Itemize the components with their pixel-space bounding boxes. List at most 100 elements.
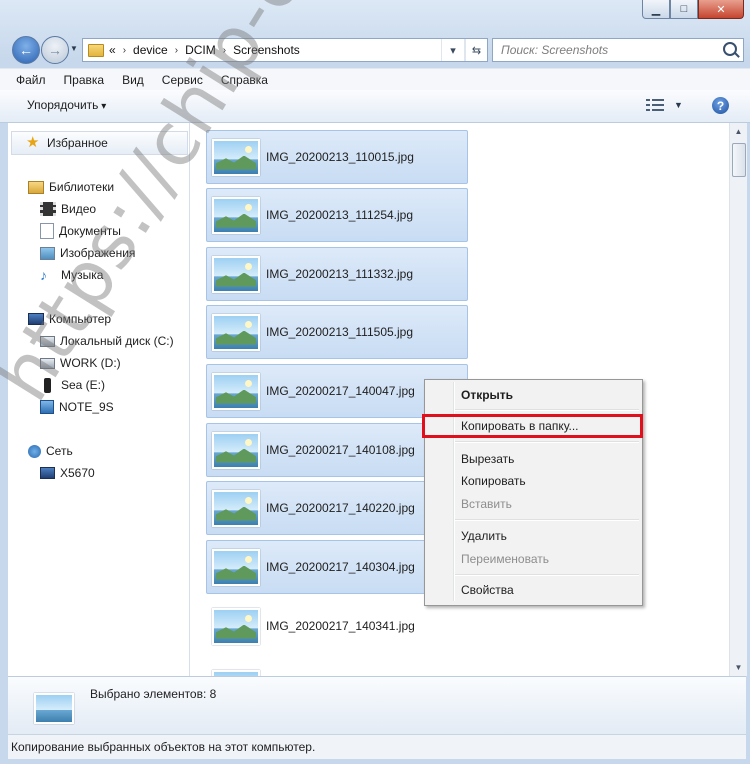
back-button[interactable]: ← (12, 36, 40, 64)
nav-item-label: Локальный диск (C:) (60, 334, 174, 348)
refresh-button[interactable]: ⇆ (464, 39, 487, 61)
menu-item-properties[interactable]: Свойства (461, 581, 514, 599)
nav-item-label: Sea (E:) (61, 378, 106, 392)
nav-item-libraries[interactable]: Библиотеки (28, 177, 114, 197)
menu-edit[interactable]: Правка (55, 73, 114, 87)
navigation-pane: ★ Избранное Библиотеки Видео Документы И… (8, 123, 190, 676)
maximize-button[interactable]: □ (670, 0, 698, 19)
scroll-up-arrow-icon[interactable]: ▲ (730, 123, 747, 140)
address-bar[interactable]: « › device › DCIM › Screenshots ▾ ⇆ (82, 38, 488, 62)
organize-button[interactable]: Упорядочить (27, 98, 106, 112)
command-bar: Упорядочить ▼ ? (0, 90, 750, 123)
menu-item-open[interactable]: Открыть (461, 386, 513, 404)
vertical-scrollbar[interactable]: ▲ ▼ (729, 123, 747, 676)
scrollbar-thumb[interactable] (732, 143, 746, 177)
windows-drive-icon (40, 335, 55, 347)
address-dropdown-button[interactable]: ▾ (441, 39, 464, 61)
file-name: IMG_20200217_140304.jpg (266, 560, 415, 574)
menu-item-cut[interactable]: Вырезать (461, 450, 514, 468)
nav-item-label: WORK (D:) (60, 356, 121, 370)
menu-separator (455, 519, 639, 521)
status-text: Копирование выбранных объектов на этот к… (11, 740, 316, 754)
image-thumbnail (212, 431, 260, 469)
file-name: IMG_20200213_111254.jpg (266, 208, 414, 222)
nav-item-label: Сеть (46, 444, 73, 458)
menu-item-rename: Переименовать (461, 552, 549, 566)
image-thumbnail (212, 372, 260, 410)
nav-item-label: X5670 (60, 466, 95, 480)
nav-item-label: Избранное (47, 136, 108, 150)
nav-item-note9s[interactable]: NOTE_9S (40, 397, 114, 417)
image-thumbnail (212, 255, 260, 293)
menu-file[interactable]: Файл (0, 73, 55, 87)
nav-item-documents[interactable]: Документы (40, 221, 121, 241)
minimize-button[interactable]: ▁ (642, 0, 670, 19)
menu-separator (455, 574, 639, 576)
nav-item-music[interactable]: ♪ Музыка (40, 265, 103, 285)
file-tile[interactable]: IMG_20200217_140341.jpg (206, 599, 468, 653)
scroll-down-arrow-icon[interactable]: ▼ (730, 659, 747, 676)
file-name: IMG_20200217_140341.jpg (266, 619, 415, 633)
view-dropdown-button[interactable]: ▼ (674, 100, 683, 110)
file-tile[interactable]: IMG_20200213_111254.jpg (206, 188, 468, 242)
explorer-window: ▁ □ ✕ ← → ▼ « › device › DCIM › Screensh… (0, 0, 750, 764)
device-icon (40, 400, 54, 414)
help-button[interactable]: ? (712, 97, 729, 114)
chevron-right-icon[interactable]: › (175, 45, 178, 56)
computer-icon (40, 467, 55, 479)
file-name: IMG_20200217_140108.jpg (266, 443, 415, 457)
menu-item-delete[interactable]: Удалить (461, 527, 507, 545)
menu-tools[interactable]: Сервис (153, 73, 212, 87)
selection-thumbnail (34, 693, 74, 724)
file-name: IMG_20200213_111505.jpg (266, 325, 414, 339)
breadcrumb-overflow[interactable]: « (109, 43, 116, 57)
arrow-right-icon: → (48, 42, 62, 58)
refresh-icon: ⇆ (465, 39, 487, 61)
recent-pages-dropdown[interactable]: ▼ (70, 44, 78, 53)
search-box[interactable] (492, 38, 744, 62)
documents-icon (40, 223, 54, 239)
image-thumbnail (212, 313, 260, 351)
file-tile[interactable]: IMG_20200213_111332.jpg (206, 247, 468, 301)
breadcrumb: « › device › DCIM › Screenshots (109, 43, 300, 57)
breadcrumb-screenshots[interactable]: Screenshots (233, 43, 300, 57)
libraries-icon (28, 180, 44, 194)
file-name: IMG_20200213_110015.jpg (266, 150, 414, 164)
file-name: IMG_20200217_140047.jpg (266, 384, 415, 398)
menu-item-paste: Вставить (461, 497, 512, 511)
music-icon: ♪ (40, 267, 47, 283)
change-view-button[interactable] (646, 98, 664, 112)
nav-item-images[interactable]: Изображения (40, 243, 135, 263)
nav-item-sea-drive[interactable]: Sea (E:) (40, 375, 105, 395)
breadcrumb-device[interactable]: device (133, 43, 168, 57)
nav-item-video[interactable]: Видео (40, 199, 96, 219)
menu-separator (455, 409, 639, 411)
menu-item-copy[interactable]: Копировать (461, 472, 526, 490)
file-tile[interactable]: IMG_20200213_111505.jpg (206, 305, 468, 359)
nav-item-network[interactable]: Сеть (28, 441, 73, 461)
nav-item-label: Библиотеки (49, 180, 115, 194)
arrow-left-icon: ← (19, 42, 33, 58)
menu-bar: Файл Правка Вид Сервис Справка (0, 68, 750, 91)
search-input[interactable] (499, 42, 723, 58)
close-button[interactable]: ✕ (698, 0, 744, 19)
nav-item-x5670[interactable]: X5670 (40, 463, 95, 483)
nav-item-computer[interactable]: Компьютер (28, 309, 111, 329)
menu-help[interactable]: Справка (212, 73, 277, 87)
nav-item-label: Документы (59, 224, 121, 238)
nav-item-favorites[interactable]: ★ Избранное (26, 133, 108, 153)
image-thumbnail (212, 196, 260, 234)
highlight-box (422, 414, 643, 438)
forward-button[interactable]: → (41, 36, 69, 64)
menu-view[interactable]: Вид (113, 73, 153, 87)
image-thumbnail (212, 138, 260, 176)
chevron-right-icon[interactable]: › (223, 45, 226, 56)
computer-icon (28, 313, 44, 325)
image-thumbnail (212, 489, 260, 527)
nav-item-work-drive[interactable]: WORK (D:) (40, 353, 121, 373)
image-thumbnail (212, 548, 260, 586)
nav-item-local-disk[interactable]: Локальный диск (C:) (40, 331, 174, 351)
breadcrumb-dcim[interactable]: DCIM (185, 43, 216, 57)
search-icon[interactable] (723, 42, 737, 56)
file-tile[interactable]: IMG_20200213_110015.jpg (206, 130, 468, 184)
